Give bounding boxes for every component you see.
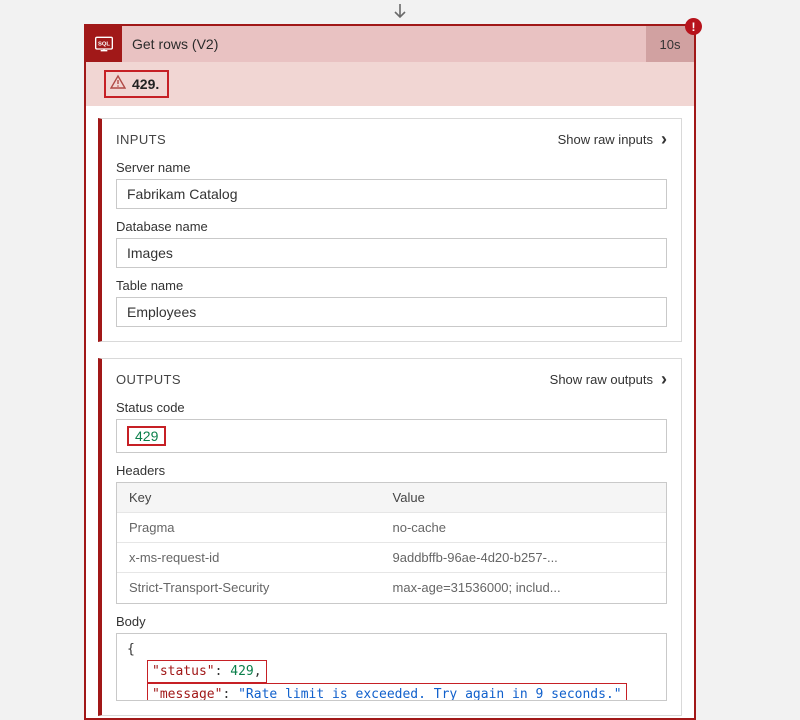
show-raw-inputs-link[interactable]: Show raw inputs › (558, 129, 667, 150)
show-raw-inputs-label: Show raw inputs (558, 132, 653, 147)
body-status-line: "status": 429, (147, 660, 267, 684)
error-code-box: 429. (104, 70, 169, 98)
chevron-right-icon: › (661, 369, 667, 390)
table-row: x-ms-request-id 9addbffb-96ae-4d20-b257-… (117, 543, 666, 573)
header-key-col: Key (117, 483, 381, 512)
table-row: Pragma no-cache (117, 513, 666, 543)
headers-table[interactable]: Key Value Pragma no-cache x-ms-request-i… (116, 482, 667, 604)
show-raw-outputs-link[interactable]: Show raw outputs › (550, 369, 667, 390)
server-name-field[interactable]: Fabrikam Catalog (116, 179, 667, 209)
sql-connector-icon: SQL (86, 26, 122, 62)
body-json[interactable]: { "status": 429, "message": "Rate limit … (116, 633, 667, 701)
inputs-title: INPUTS (116, 132, 166, 147)
table-row: Strict-Transport-Security max-age=315360… (117, 573, 666, 602)
header-value-col: Value (381, 483, 666, 512)
table-head: Key Value (117, 483, 666, 513)
outputs-section: OUTPUTS Show raw outputs › Status code 4… (98, 358, 682, 716)
field-label: Database name (116, 219, 667, 234)
body-message-line: "message": "Rate limit is exceeded. Try … (147, 683, 627, 701)
error-banner: 429. (86, 62, 694, 106)
database-name-field[interactable]: Images (116, 238, 667, 268)
status-code-value: 429 (127, 426, 166, 446)
warning-triangle-icon (110, 74, 126, 94)
chevron-right-icon: › (661, 129, 667, 150)
field-label: Server name (116, 160, 667, 175)
body-label: Body (116, 614, 667, 629)
headers-label: Headers (116, 463, 667, 478)
card-header[interactable]: SQL Get rows (V2) 10s ! (86, 26, 694, 62)
show-raw-outputs-label: Show raw outputs (550, 372, 653, 387)
status-code-label: Status code (116, 400, 667, 415)
error-badge-icon: ! (685, 18, 702, 35)
error-code-text: 429. (132, 76, 159, 92)
flow-arrow-icon (390, 2, 410, 26)
card-title: Get rows (V2) (122, 26, 646, 62)
outputs-title: OUTPUTS (116, 372, 181, 387)
status-code-field: 429 (116, 419, 667, 453)
inputs-section: INPUTS Show raw inputs › Server name Fab… (98, 118, 682, 342)
action-card: SQL Get rows (V2) 10s ! 429. INPUTS Show… (84, 24, 696, 720)
svg-text:SQL: SQL (98, 41, 110, 47)
field-label: Table name (116, 278, 667, 293)
table-name-field[interactable]: Employees (116, 297, 667, 327)
